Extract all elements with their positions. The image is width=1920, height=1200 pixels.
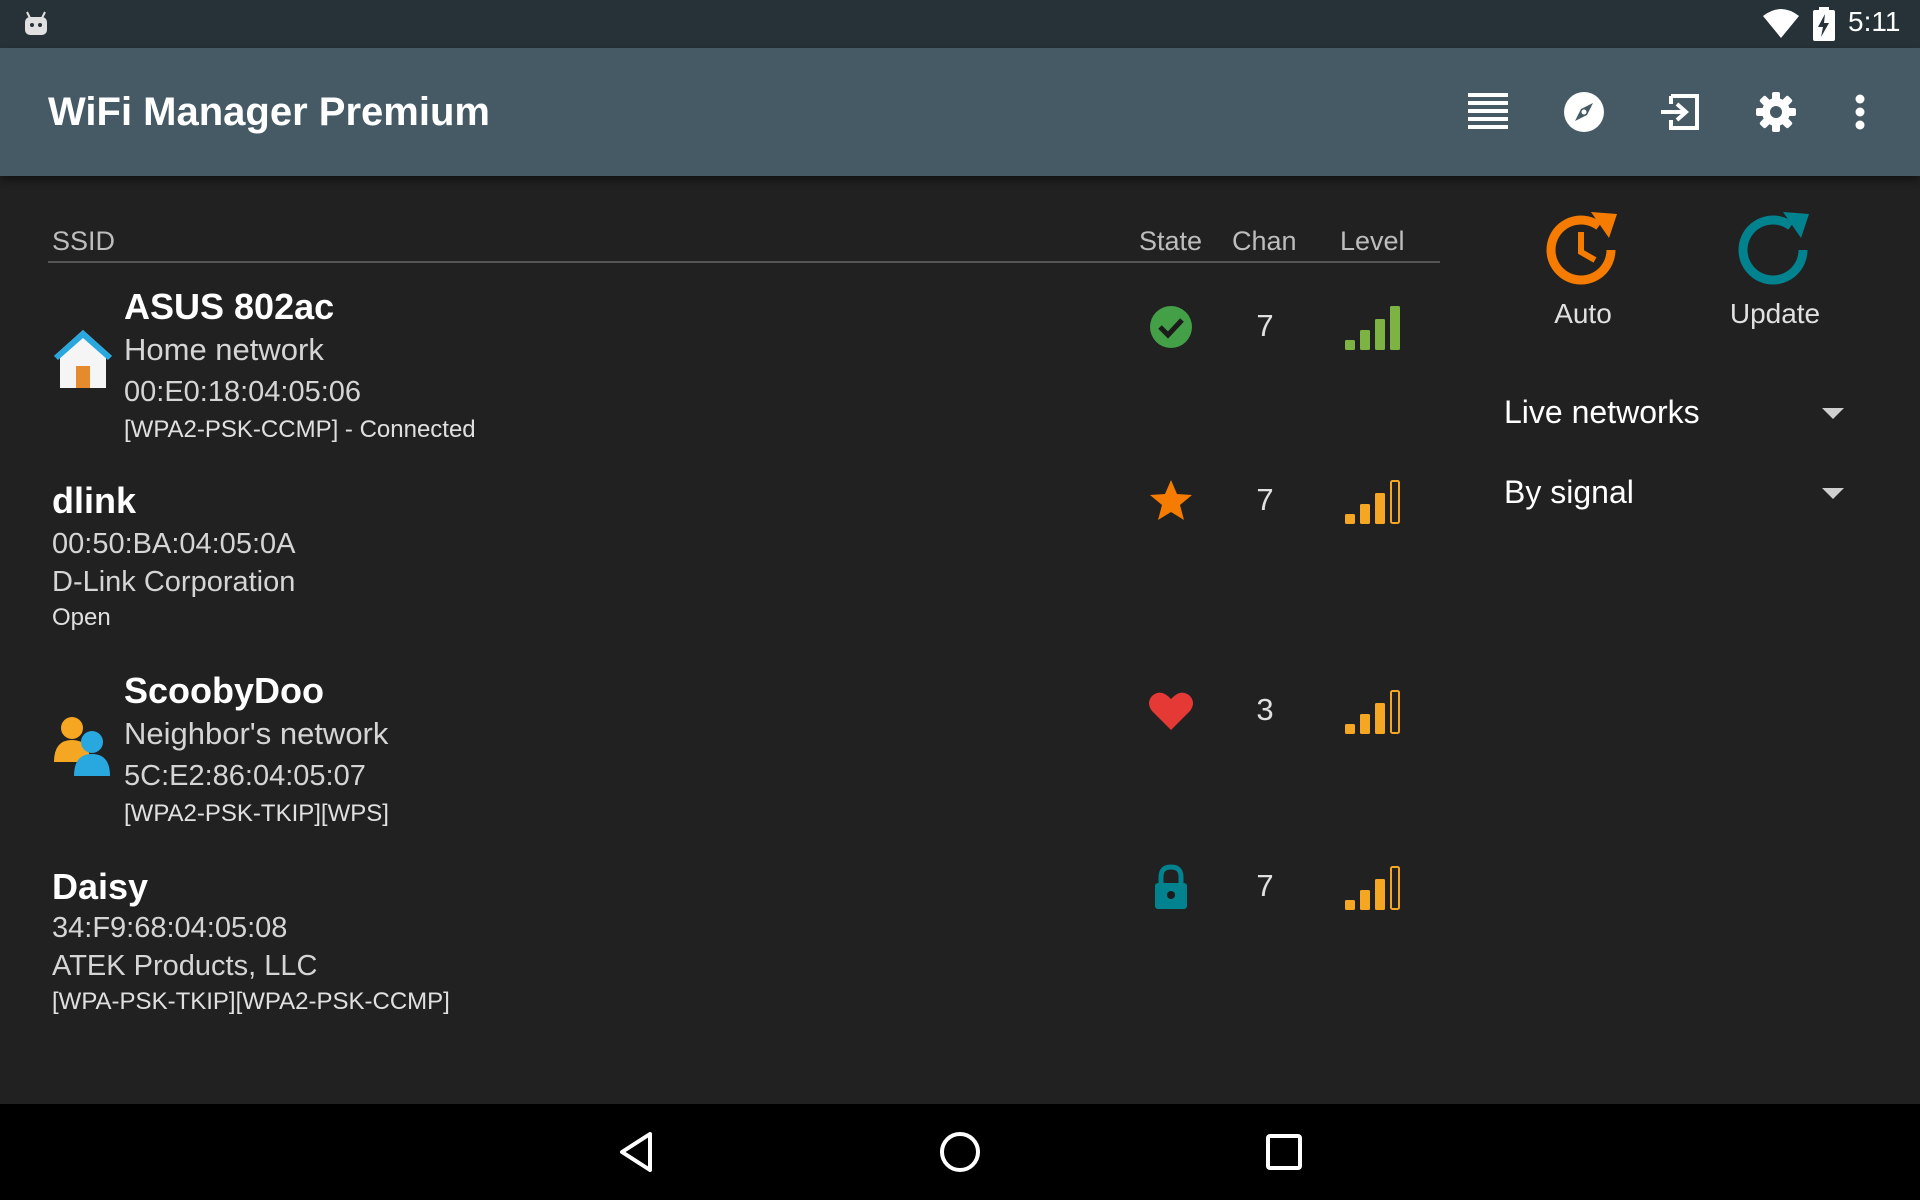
sort-dropdown[interactable]: By signal [1504, 466, 1844, 522]
network-row[interactable]: Daisy 34:F9:68:04:05:08 ATEK Products, L… [0, 862, 1440, 1032]
network-mac: 5C:E2:86:04:05:07 [124, 760, 366, 792]
chevron-down-icon [1822, 488, 1844, 499]
network-mac: 00:50:BA:04:05:0A [52, 528, 296, 560]
signal-level-icon [1345, 306, 1400, 350]
recents-button[interactable] [1256, 1124, 1312, 1180]
column-header-ssid[interactable]: SSID [52, 226, 115, 257]
network-ssid: Daisy [52, 866, 149, 907]
network-ssid: ScoobyDoo [124, 670, 325, 711]
network-row[interactable]: ASUS 802ac Home network 00:E0:18:04:05:0… [0, 280, 1440, 460]
auto-button[interactable]: Auto [1508, 208, 1658, 330]
signal-level-icon [1345, 480, 1400, 524]
filter-dropdown[interactable]: Live networks [1504, 386, 1844, 442]
network-channel: 3 [1256, 692, 1274, 727]
update-button[interactable]: Update [1700, 208, 1850, 330]
gear-icon [1756, 92, 1796, 132]
refresh-icon [1738, 212, 1809, 285]
network-label: Home network [124, 332, 324, 367]
back-icon [620, 1132, 652, 1172]
network-row[interactable]: dlink 00:50:BA:04:05:0A D-Link Corporati… [0, 476, 1440, 646]
network-ssid: ASUS 802ac [124, 286, 335, 327]
sort-dropdown-value: By signal [1504, 474, 1634, 510]
compass-button[interactable] [1554, 82, 1614, 142]
heart-icon [1149, 692, 1193, 730]
column-header-level[interactable]: Level [1340, 226, 1405, 257]
lock-icon [1155, 864, 1187, 909]
connect-button[interactable] [1650, 82, 1710, 142]
overflow-menu-button[interactable] [1830, 82, 1890, 142]
home-icon [54, 330, 112, 388]
back-button[interactable] [608, 1124, 664, 1180]
star-icon [1150, 480, 1192, 520]
network-security: [WPA2-PSK-TKIP][WPS] [124, 800, 389, 827]
column-header-state[interactable]: State [1139, 226, 1202, 257]
auto-refresh-icon [1546, 212, 1617, 285]
list-view-button[interactable] [1458, 82, 1518, 142]
recents-icon [1266, 1134, 1302, 1170]
android-icon [25, 11, 47, 35]
overflow-menu-icon [1855, 94, 1865, 130]
network-mac: 00:E0:18:04:05:06 [124, 376, 362, 408]
neighbor-icon [54, 717, 110, 776]
update-label: Update [1729, 298, 1821, 329]
network-channel: 7 [1256, 308, 1274, 343]
network-channel: 7 [1256, 868, 1274, 903]
signal-level-icon [1345, 866, 1400, 910]
chevron-down-icon [1822, 408, 1844, 419]
home-nav-icon [940, 1132, 980, 1172]
connect-icon [1661, 94, 1699, 130]
network-channel: 7 [1256, 482, 1274, 517]
status-time: 5:11 [1848, 6, 1901, 37]
network-vendor: ATEK Products, LLC [52, 950, 318, 982]
app-bar: WiFi Manager Premium [0, 48, 1920, 176]
signal-level-icon [1345, 690, 1400, 734]
home-button[interactable] [932, 1124, 988, 1180]
network-security: [WPA2-PSK-CCMP] - Connected [124, 416, 476, 443]
network-security: Open [52, 604, 111, 631]
header-divider [48, 261, 1440, 263]
navigation-bar [0, 1104, 1920, 1200]
app-title: WiFi Manager Premium [48, 90, 490, 134]
auto-label: Auto [1554, 298, 1612, 329]
network-mac: 34:F9:68:04:05:08 [52, 912, 288, 944]
settings-button[interactable] [1746, 82, 1806, 142]
compass-icon [1564, 92, 1604, 132]
network-vendor: D-Link Corporation [52, 566, 296, 598]
network-ssid: dlink [52, 480, 137, 521]
network-row[interactable]: ScoobyDoo Neighbor's network 5C:E2:86:04… [0, 666, 1440, 846]
list-view-icon [1468, 93, 1508, 129]
filter-dropdown-value: Live networks [1504, 394, 1700, 430]
check-circle-icon [1150, 306, 1192, 348]
status-bar: 5:11 [0, 0, 1920, 48]
network-label: Neighbor's network [124, 716, 389, 751]
network-security: [WPA-PSK-TKIP][WPA2-PSK-CCMP] [52, 988, 450, 1015]
battery-charging-icon [1813, 7, 1835, 41]
column-header-chan[interactable]: Chan [1232, 226, 1297, 257]
wifi-signal-icon [1763, 9, 1799, 38]
